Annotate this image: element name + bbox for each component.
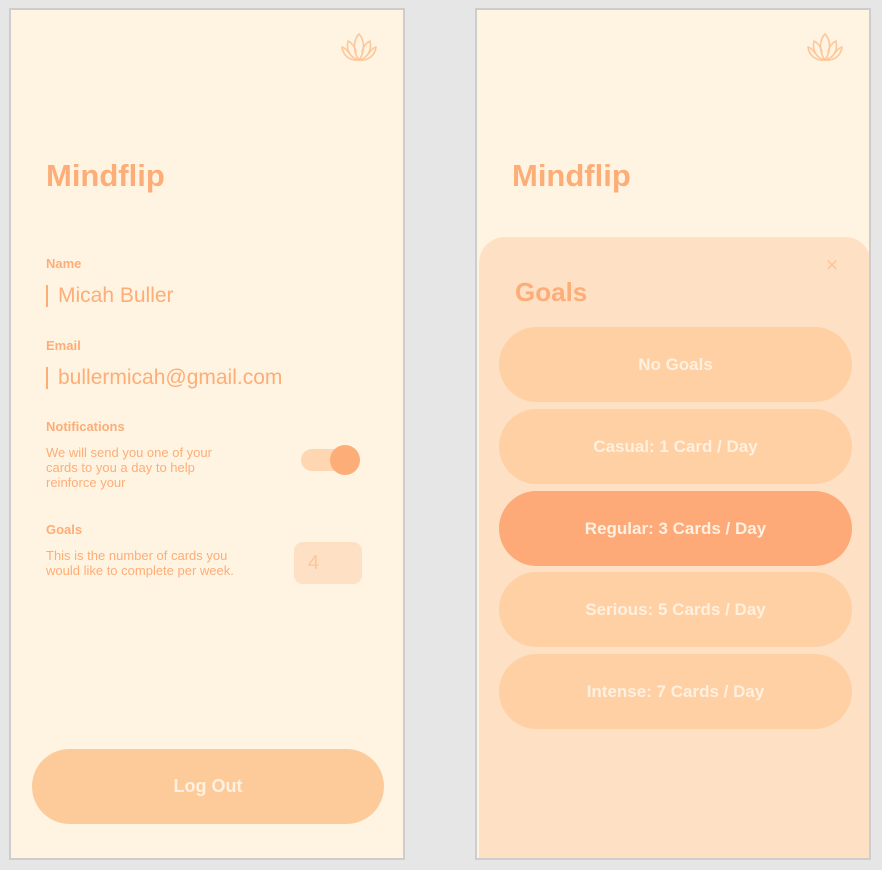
goal-option-serious[interactable]: Serious: 5 Cards / Day — [499, 572, 852, 647]
toggle-thumb — [330, 445, 360, 475]
goal-option-casual[interactable]: Casual: 1 Card / Day — [499, 409, 852, 484]
goals-input[interactable] — [294, 542, 362, 584]
lotus-icon — [341, 33, 377, 61]
settings-screen: Mindflip Name Email Notifications We wil… — [9, 8, 405, 860]
goals-description: This is the number of cards you would li… — [46, 548, 234, 578]
name-input[interactable] — [46, 281, 378, 311]
goals-screen: Mindflip ✕ Goals No Goals Casual: 1 Card… — [475, 8, 871, 860]
app-title: Mindflip — [46, 158, 165, 193]
notifications-description: We will send you one of your cards to yo… — [46, 445, 212, 490]
goal-option-regular[interactable]: Regular: 3 Cards / Day — [499, 491, 852, 566]
email-label: Email — [46, 338, 81, 353]
logout-button[interactable]: Log Out — [32, 749, 384, 824]
notifications-toggle[interactable] — [301, 445, 361, 475]
goal-option-intense[interactable]: Intense: 7 Cards / Day — [499, 654, 852, 729]
lotus-icon — [807, 33, 843, 61]
goal-option-no-goals[interactable]: No Goals — [499, 327, 852, 402]
name-label: Name — [46, 256, 82, 271]
app-title: Mindflip — [512, 158, 631, 193]
sheet-title: Goals — [515, 277, 588, 307]
goals-label: Goals — [46, 522, 83, 537]
goals-sheet: ✕ Goals No Goals Casual: 1 Card / Day Re… — [479, 237, 869, 858]
notifications-label: Notifications — [46, 419, 125, 434]
email-input[interactable] — [46, 363, 378, 393]
close-icon[interactable]: ✕ — [821, 255, 843, 277]
